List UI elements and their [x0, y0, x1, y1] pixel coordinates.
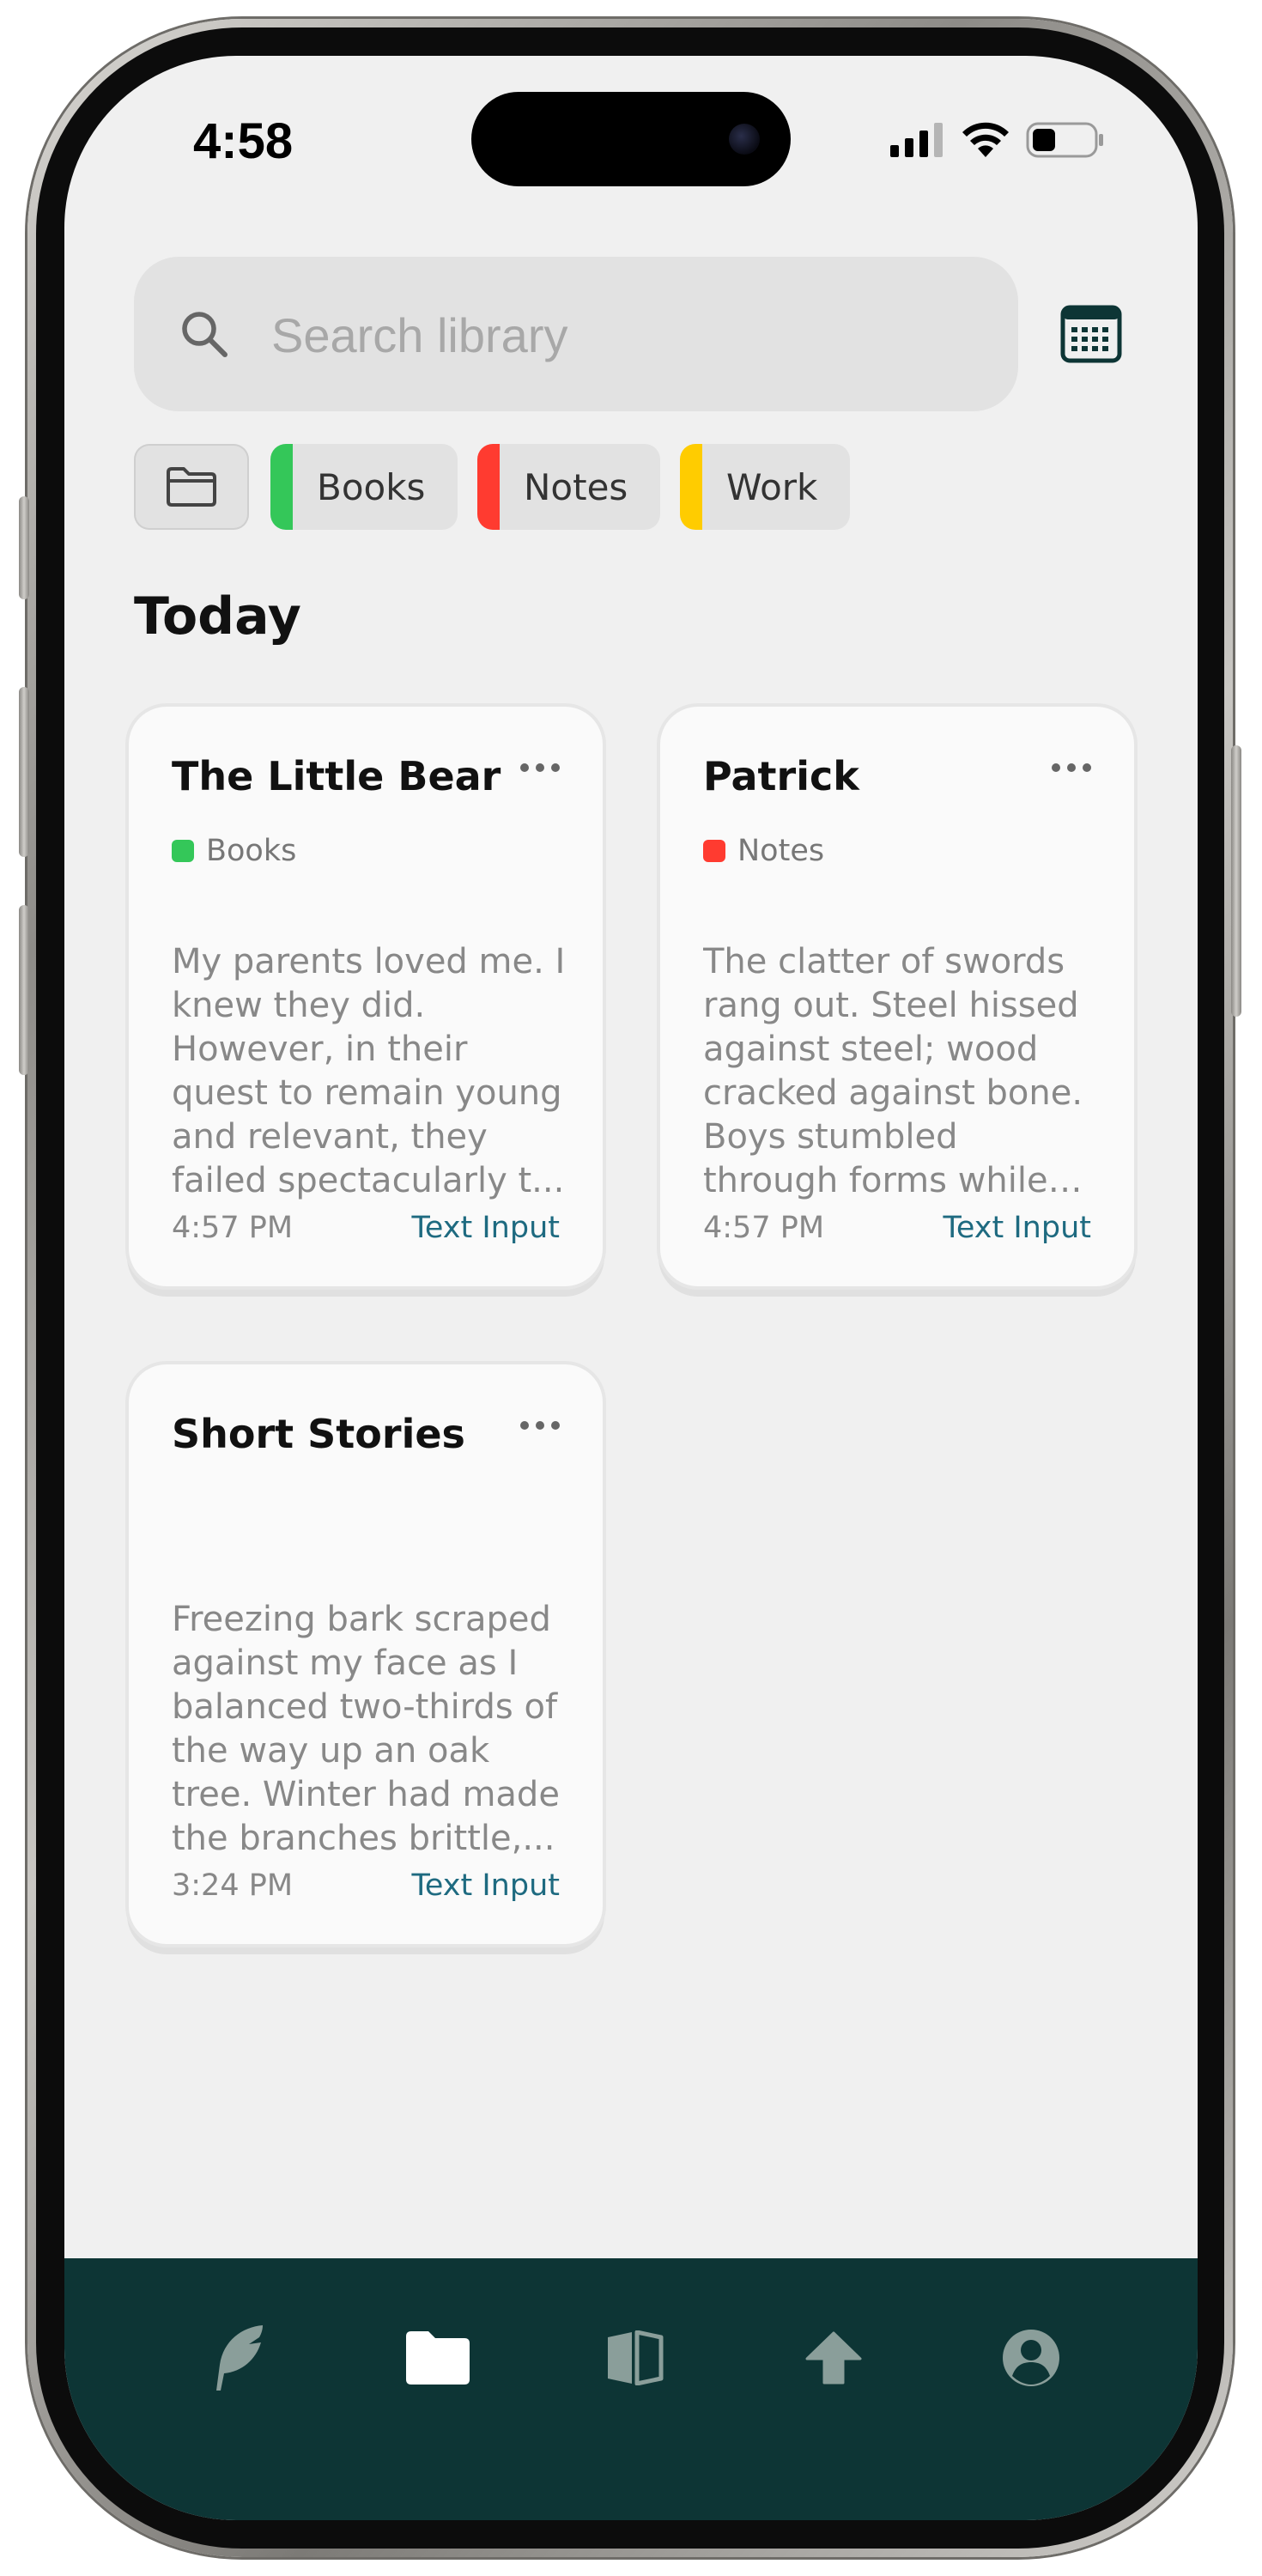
status-icons: [890, 121, 1105, 159]
profile-icon: [1003, 2330, 1059, 2386]
chip-color-stripe: [270, 444, 293, 530]
card-source: Text Input: [411, 1868, 560, 1903]
library-card[interactable]: Short Stories Freezing bark scraped agai…: [129, 1364, 603, 1944]
library-card[interactable]: Patrick Notes The clatter of swords rang…: [660, 707, 1134, 1286]
section-title-today: Today: [134, 586, 301, 647]
tag-color-dot: [703, 840, 725, 862]
card-timestamp: 3:24 PM: [172, 1868, 294, 1903]
feather-icon: [216, 2325, 263, 2391]
library-card[interactable]: The Little Bear Books My parents loved m…: [129, 707, 603, 1286]
book-icon: [608, 2330, 664, 2385]
all-folders-chip[interactable]: [134, 444, 249, 530]
tab-write[interactable]: [195, 2315, 281, 2401]
filter-chip-notes[interactable]: Notes: [477, 444, 661, 530]
filter-chip-books[interactable]: Books: [270, 444, 458, 530]
chip-label: Work: [726, 465, 818, 508]
card-title: Short Stories: [172, 1411, 465, 1457]
tag-label: Notes: [737, 834, 825, 868]
front-camera: [729, 124, 760, 155]
power-button: [1231, 745, 1241, 1017]
search-icon: [182, 312, 228, 357]
filter-chip-work[interactable]: Work: [680, 444, 851, 530]
app-screen: 4:58 Search library Books Notes Work Tod…: [64, 56, 1198, 2520]
tab-library[interactable]: [395, 2315, 481, 2401]
card-tag: Books: [172, 834, 296, 868]
card-title: Patrick: [703, 753, 859, 799]
card-timestamp: 4:57 PM: [172, 1211, 294, 1245]
volume-down-button: [19, 905, 29, 1075]
cellular-signal-icon: [890, 123, 943, 157]
chip-label: Books: [317, 465, 426, 508]
card-title: The Little Bear: [172, 753, 501, 799]
chip-color-stripe: [477, 444, 500, 530]
tag-color-dot: [172, 840, 194, 862]
calendar-icon[interactable]: [1060, 305, 1122, 363]
card-excerpt: My parents loved me. I knew they did. Ho…: [172, 942, 566, 1200]
upload-arrow-icon: [805, 2331, 862, 2385]
tab-read[interactable]: [592, 2315, 677, 2401]
chip-color-stripe: [680, 444, 702, 530]
action-button: [19, 496, 29, 599]
card-source: Text Input: [411, 1211, 560, 1245]
card-source: Text Input: [943, 1211, 1091, 1245]
dynamic-island: [471, 92, 791, 186]
search-bar[interactable]: [134, 257, 1018, 411]
card-excerpt: The clatter of swords rang out. Steel hi…: [703, 942, 1083, 1200]
card-timestamp: 4:57 PM: [703, 1211, 825, 1245]
tag-label: Books: [206, 834, 297, 868]
tab-upload[interactable]: [791, 2315, 877, 2401]
search-input[interactable]: [270, 291, 977, 379]
more-options-icon[interactable]: [1052, 763, 1091, 772]
tab-profile[interactable]: [988, 2315, 1074, 2401]
chip-label: Notes: [524, 465, 628, 508]
more-options-icon[interactable]: [520, 763, 560, 772]
card-tag: Notes: [703, 834, 824, 868]
folder-outline-icon: [167, 467, 216, 507]
folder-icon: [406, 2331, 470, 2385]
card-excerpt: Freezing bark scraped against my face as…: [172, 1600, 560, 1858]
bottom-tab-bar: [64, 2258, 1198, 2520]
status-time: 4:58: [193, 113, 294, 169]
more-options-icon[interactable]: [520, 1421, 560, 1430]
wifi-icon: [962, 122, 1009, 157]
battery-icon: [1026, 122, 1103, 158]
volume-up-button: [19, 687, 29, 857]
